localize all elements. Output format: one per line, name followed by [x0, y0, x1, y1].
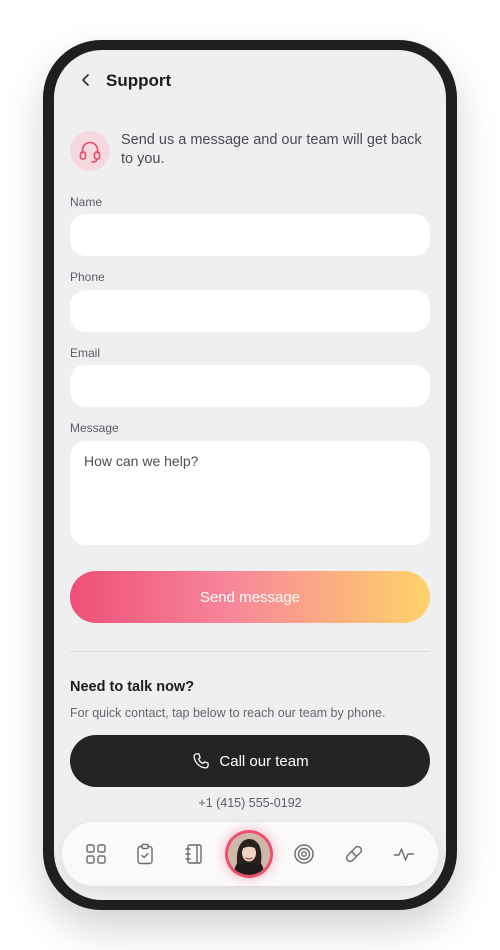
- avatar-photo: [228, 833, 270, 875]
- headset-icon: [70, 131, 110, 171]
- notebook-icon[interactable]: [182, 842, 206, 866]
- email-label: Email: [70, 346, 101, 360]
- page-title: Support: [106, 71, 172, 90]
- message-label: Message: [70, 421, 119, 435]
- send-message-button[interactable]: Send message: [70, 571, 430, 623]
- pulse-icon[interactable]: [392, 842, 416, 866]
- avatar[interactable]: [225, 830, 273, 878]
- bottom-tab-bar: [62, 822, 438, 886]
- name-label: Name: [70, 195, 103, 209]
- target-icon[interactable]: [292, 842, 316, 866]
- name-input[interactable]: [70, 214, 430, 256]
- talk-title: Need to talk now?: [70, 679, 195, 695]
- divider: [70, 651, 430, 652]
- phone-icon: [193, 753, 210, 769]
- call-team-button[interactable]: Call our team: [70, 735, 430, 787]
- chevron-left-icon[interactable]: [76, 70, 96, 90]
- call-team-label: Call our team: [219, 752, 309, 770]
- phone-input[interactable]: [70, 290, 430, 332]
- support-phone-number: +1 (415) 555-0192: [198, 796, 302, 810]
- talk-subtitle: For quick contact, tap below to reach ou…: [70, 706, 386, 720]
- grid-icon[interactable]: [84, 842, 108, 866]
- message-textarea[interactable]: [70, 441, 430, 545]
- pill-icon[interactable]: [342, 842, 366, 866]
- intro-text: Send us a message and our team will get …: [121, 132, 422, 167]
- email-input[interactable]: [70, 365, 430, 407]
- clipboard-check-icon[interactable]: [133, 842, 157, 866]
- phone-label: Phone: [70, 270, 105, 284]
- support-screen: Support Send us a message and our team w…: [54, 50, 446, 900]
